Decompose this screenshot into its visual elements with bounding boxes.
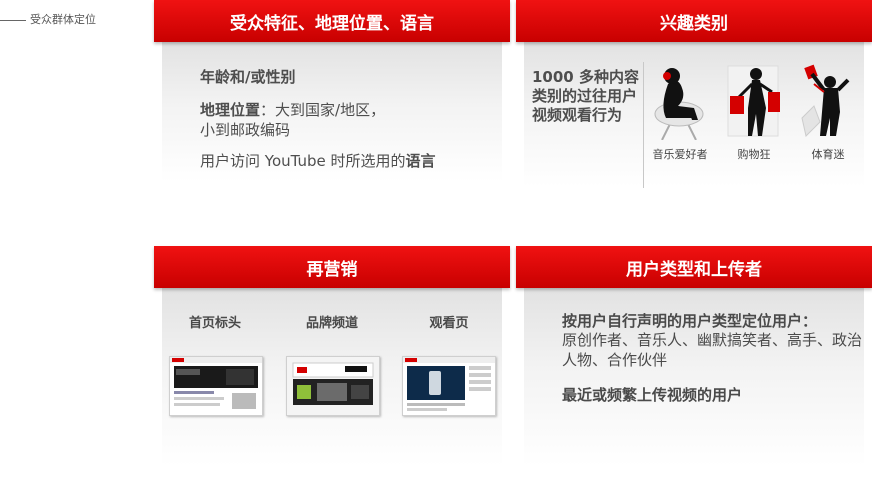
- geo-text-1: ：大到国家/地区，: [260, 101, 386, 119]
- category-shopper-label: 购物狂: [737, 148, 771, 161]
- age-gender-text: 年龄和/或性别: [200, 68, 296, 86]
- interests-card-body: 1000 多种内容类别的过往用户视频观看行为 音乐爱好者 购物狂 体育迷: [524, 42, 864, 188]
- language-bold: 语言: [405, 152, 436, 170]
- geo-text: 地理位置：大到国家/地区， 小到邮政编码: [200, 100, 385, 140]
- demographics-card-body: 年龄和/或性别 地理位置：大到国家/地区， 小到邮政编码 用户访问 YouTub…: [162, 42, 502, 182]
- user-types-card-body: 按用户自行声明的用户类型定位用户： 原创作者、音乐人、幽默搞笑者、高手、政治人物…: [524, 288, 864, 466]
- demographics-card-title: 受众特征、地理位置、语言: [154, 0, 510, 42]
- interests-lead-text: 1000 多种内容类别的过往用户视频观看行为: [532, 68, 639, 124]
- user-types-line1: 按用户自行声明的用户类型定位用户：: [562, 312, 818, 330]
- geo-text-2: 小到邮政编码: [200, 121, 291, 139]
- homepage-masthead-label: 首页标头: [188, 316, 241, 331]
- label-dash: [0, 19, 26, 21]
- interests-card-title: 兴趣类别: [516, 0, 872, 42]
- shopper-silhouette-icon: [727, 65, 780, 137]
- watch-page-label: 观看页: [429, 316, 469, 331]
- user-types-card: 用户类型和上传者 按用户自行声明的用户类型定位用户： 原创作者、音乐人、幽默搞笑…: [516, 246, 872, 466]
- category-music: 音乐爱好者: [648, 62, 712, 162]
- sports-fan-silhouette-icon: [801, 64, 850, 137]
- remarketing-card: 再营销 首页标头 品牌频道 观看页: [154, 246, 510, 466]
- user-types-card-title: 用户类型和上传者: [516, 246, 872, 288]
- brand-channel-thumbnail: [286, 356, 380, 416]
- geo-label: 地理位置: [200, 101, 261, 119]
- watch-page-thumbnail: [402, 356, 496, 416]
- demographics-card: 受众特征、地理位置、语言 年龄和/或性别 地理位置：大到国家/地区， 小到邮政编…: [154, 0, 510, 182]
- language-prefix: 用户访问 YouTube 时所选用的: [200, 152, 406, 170]
- homepage-masthead-thumbnail: [169, 356, 263, 416]
- section-label-text: 受众群体定位: [30, 13, 96, 26]
- user-types-line2: 原创作者、音乐人、幽默搞笑者、高手、政治人物、合作伙伴: [562, 331, 863, 369]
- section-label: 受众群体定位: [0, 11, 96, 27]
- category-shopper: 购物狂: [722, 62, 786, 162]
- music-lover-silhouette-icon: [654, 68, 704, 141]
- brand-channel-label: 品牌频道: [305, 316, 358, 331]
- remarketing-card-body: 首页标头 品牌频道 观看页: [162, 288, 502, 466]
- category-sports: 体育迷: [796, 62, 860, 162]
- category-sports-label: 体育迷: [811, 148, 845, 161]
- user-types-line3: 最近或频繁上传视频的用户: [562, 386, 743, 404]
- category-music-label: 音乐爱好者: [652, 148, 708, 161]
- interests-card: 兴趣类别 1000 多种内容类别的过往用户视频观看行为 音乐爱好者 购物狂 体育…: [516, 0, 872, 188]
- interests-divider: [643, 62, 644, 188]
- remarketing-card-title: 再营销: [154, 246, 510, 288]
- language-text: 用户访问 YouTube 时所选用的语言: [200, 150, 436, 171]
